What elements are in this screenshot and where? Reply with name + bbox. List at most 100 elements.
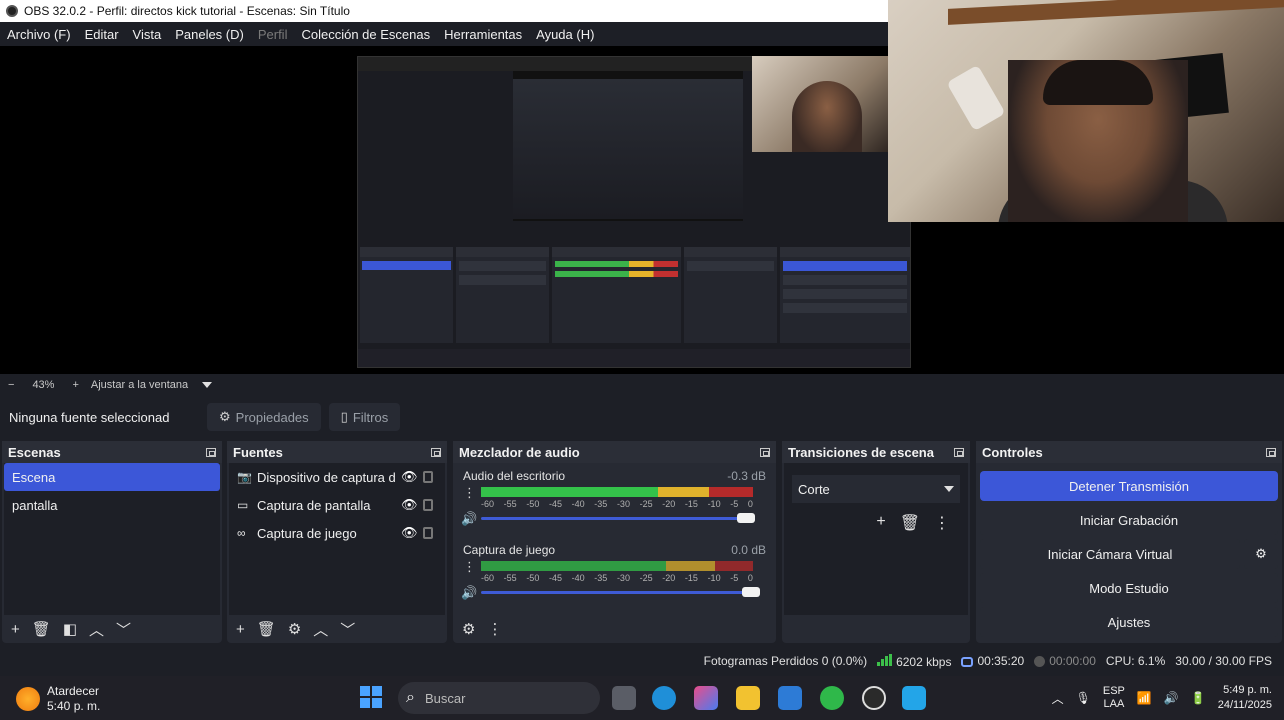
menu-ayuda[interactable]: Ayuda (H) [529, 27, 601, 42]
eye-icon[interactable]: 👁 [401, 497, 418, 513]
chevron-up-icon[interactable]: ︿ [1052, 690, 1064, 707]
settings-button[interactable]: Ajustes [980, 607, 1278, 637]
speaker-icon[interactable]: 🔊 [461, 585, 477, 601]
volume-slider-handle[interactable] [742, 587, 760, 597]
undock-icon[interactable] [760, 447, 770, 457]
app-icon[interactable] [820, 686, 844, 710]
fit-window-label[interactable]: Ajustar a la ventana [91, 379, 188, 391]
language-indicator[interactable]: ESP LAA [1103, 685, 1125, 711]
volume-slider[interactable] [481, 517, 753, 520]
transitions-title: Transiciones de escena [788, 444, 934, 460]
start-recording-button[interactable]: Iniciar Grabación [980, 505, 1278, 535]
clock[interactable]: 5:49 p. m. 24/11/2025 [1218, 683, 1272, 713]
lock-icon[interactable] [423, 471, 433, 483]
more-options-icon[interactable]: ⋮ [934, 513, 950, 533]
eye-icon[interactable]: 👁 [401, 469, 418, 485]
volume-icon[interactable]: 🔊 [1164, 691, 1179, 705]
scene-item[interactable]: Escena [4, 463, 220, 491]
no-source-selected-label: Ninguna fuente seleccionad [9, 409, 170, 425]
dropped-frames: Fotogramas Perdidos 0 (0.0%) [703, 654, 868, 668]
filter-icon[interactable]: ◧ [63, 620, 77, 638]
meter-tick-label: -25 [639, 573, 653, 583]
add-icon[interactable]: + [876, 513, 885, 533]
lock-icon[interactable] [423, 527, 433, 539]
folder-icon[interactable] [736, 686, 760, 710]
chevron-down-icon[interactable]: ﹀ [116, 619, 131, 640]
undock-icon[interactable] [206, 447, 216, 457]
meter-tick-label: -35 [594, 573, 608, 583]
undock-icon[interactable] [954, 447, 964, 457]
microphone-icon[interactable]: 🎙 [1076, 691, 1091, 705]
gear-icon[interactable]: ⚙ [288, 620, 301, 638]
studio-mode-button[interactable]: Modo Estudio [980, 573, 1278, 603]
obs-taskbar-icon[interactable] [862, 686, 886, 710]
speaker-icon[interactable]: 🔊 [461, 511, 477, 527]
volume-slider-handle[interactable] [737, 513, 755, 523]
meter-tick-label: -25 [639, 499, 653, 509]
zoom-in-button[interactable]: + [72, 379, 78, 391]
windows-start-icon[interactable] [360, 686, 382, 708]
virtual-cam-settings-button[interactable]: ⚙ [1244, 539, 1278, 569]
trash-icon[interactable]: 🗑 [32, 620, 51, 638]
menu-herramientas[interactable]: Herramientas [437, 27, 529, 42]
source-item[interactable]: 📷 Dispositivo de captura d 👁 [229, 463, 445, 491]
zoom-bar: − 43% + Ajustar a la ventana [0, 374, 1284, 396]
meter-tick-label: -5 [730, 499, 739, 509]
meter-tick-label: 0 [747, 573, 753, 583]
add-icon[interactable]: + [236, 621, 245, 638]
meter-tick-label: -15 [684, 499, 698, 509]
chevron-down-icon[interactable] [202, 382, 213, 388]
more-options-icon[interactable]: ⋮ [463, 559, 476, 575]
source-label: Captura de juego [257, 525, 357, 541]
wifi-icon[interactable]: 📶 [1137, 691, 1152, 705]
trash-icon[interactable]: 🗑 [900, 513, 920, 533]
menu-archivo[interactable]: Archivo (F) [0, 27, 78, 42]
more-options-icon[interactable]: ⋮ [487, 620, 502, 638]
volume-slider[interactable] [481, 591, 753, 594]
trash-icon[interactable]: 🗑 [257, 620, 276, 638]
add-icon[interactable]: + [11, 621, 20, 638]
menu-coleccion-escenas[interactable]: Colección de Escenas [294, 27, 437, 42]
webcam-feed [888, 0, 1284, 222]
menu-vista[interactable]: Vista [126, 27, 169, 42]
eye-icon[interactable]: 👁 [401, 525, 418, 541]
transition-select[interactable]: Corte [792, 475, 960, 503]
stop-stream-button[interactable]: Detener Transmisión [980, 471, 1278, 501]
store-icon[interactable] [778, 686, 802, 710]
meter-tick-label: -10 [707, 573, 721, 583]
undock-icon[interactable] [1266, 447, 1276, 457]
clock-date: 24/11/2025 [1217, 699, 1272, 711]
chevron-up-icon[interactable]: ︿ [313, 619, 328, 640]
more-options-icon[interactable]: ⋮ [463, 485, 476, 501]
scene-item[interactable]: pantalla [4, 491, 220, 519]
chevron-down-icon[interactable]: ﹀ [340, 619, 355, 640]
source-item[interactable]: ▭ Captura de pantalla 👁 [229, 491, 445, 519]
lock-icon[interactable] [423, 499, 433, 511]
battery-icon[interactable]: 🔋 [1191, 691, 1206, 705]
source-item[interactable]: ∞ Captura de juego 👁 [229, 519, 445, 547]
app-icon[interactable] [902, 686, 926, 710]
edge-icon[interactable] [652, 686, 676, 710]
task-view-icon[interactable] [612, 686, 636, 710]
advanced-audio-icon[interactable]: ⚙ [462, 620, 475, 638]
menu-editar[interactable]: Editar [78, 27, 126, 42]
meter-tick-label: -55 [503, 573, 517, 583]
start-virtual-cam-button[interactable]: Iniciar Cámara Virtual [980, 539, 1240, 569]
audio-channel: Captura de juego 0.0 dB ⋮ -60 -55 -50 -45 -40… [455, 537, 774, 611]
taskbar-search[interactable]: ⌕ Buscar [398, 682, 600, 714]
clock-time: 5:49 p. m. [1223, 684, 1272, 696]
properties-button[interactable]: ⚙ Propiedades [207, 403, 321, 431]
meter-tick-label: 0 [747, 499, 753, 509]
channel-name: Audio del escritorio [463, 469, 566, 483]
menu-paneles[interactable]: Paneles (D) [168, 27, 251, 42]
chevron-up-icon[interactable]: ︿ [89, 619, 104, 640]
chevron-down-icon [944, 486, 954, 492]
meter-ticks: -60 -55 -50 -45 -40 -35 -30 -25 -20 -15 -10 -5 0 [481, 499, 753, 509]
weather-widget[interactable]: Atardecer 5:40 p. m. [16, 684, 100, 714]
meter-tick-label: -5 [730, 573, 739, 583]
zoom-out-button[interactable]: − [8, 379, 14, 391]
undock-icon[interactable] [431, 447, 441, 457]
filters-button[interactable]: ▯ Filtros [328, 403, 401, 431]
stream-time-value: 00:35:20 [977, 654, 1025, 668]
copilot-icon[interactable] [694, 686, 718, 710]
